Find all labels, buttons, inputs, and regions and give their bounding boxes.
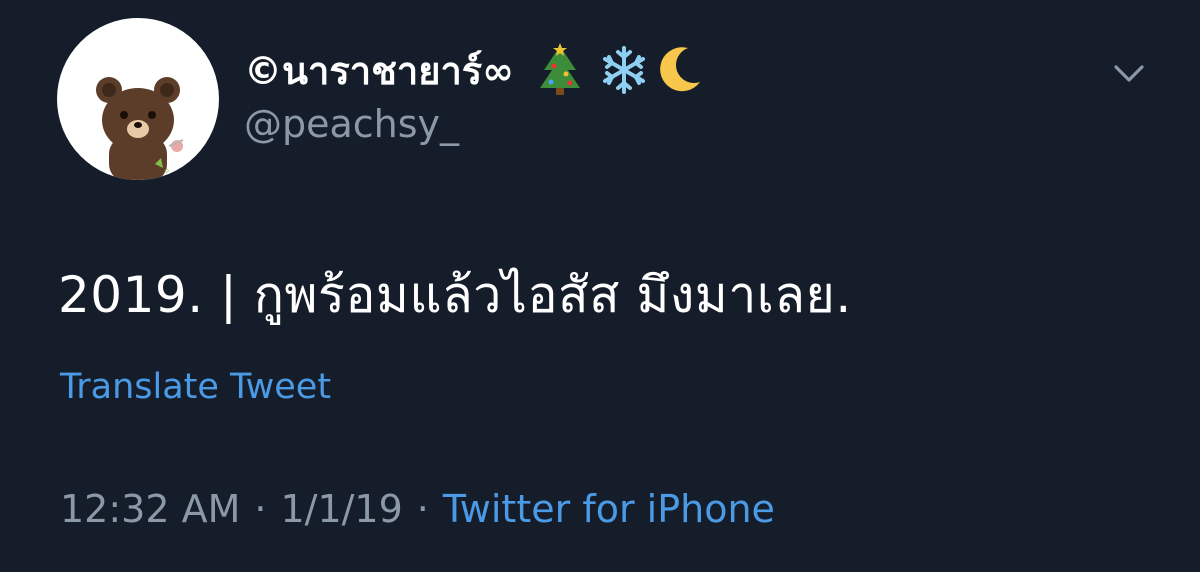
user-handle[interactable]: @peachsy_ [244,102,459,146]
display-name[interactable]: ©นาราชายาร์∞ [244,40,710,100]
svg-text:✧: ✧ [163,167,171,177]
avatar[interactable]: ✧ [57,18,219,180]
chevron-down-icon[interactable] [1112,58,1146,88]
crescent-moon-icon [659,47,700,92]
display-name-text: ©นาราชายาร์∞ [244,48,514,93]
tweet-meta: 12:32 AM · 1/1/19 · Twitter for iPhone [60,487,775,531]
christmas-tree-icon [539,43,580,95]
translate-tweet-link[interactable]: Translate Tweet [60,367,331,407]
tweet-card: ✧ ©นาราชายาร์∞ @peachsy_ 2019. | กูพร้อม… [0,0,1200,572]
bear-icon: ✧ [96,77,184,180]
tweet-date[interactable]: 1/1/19 [280,487,402,531]
tweet-source-link[interactable]: Twitter for iPhone [443,487,775,531]
tweet-time[interactable]: 12:32 AM [60,487,240,531]
meta-separator-2: · [416,487,429,531]
tweet-text: 2019. | กูพร้อมแล้วไอสัส มึงมาเลย. [58,266,852,324]
meta-separator: · [254,487,267,531]
snowflake-icon [602,46,645,94]
